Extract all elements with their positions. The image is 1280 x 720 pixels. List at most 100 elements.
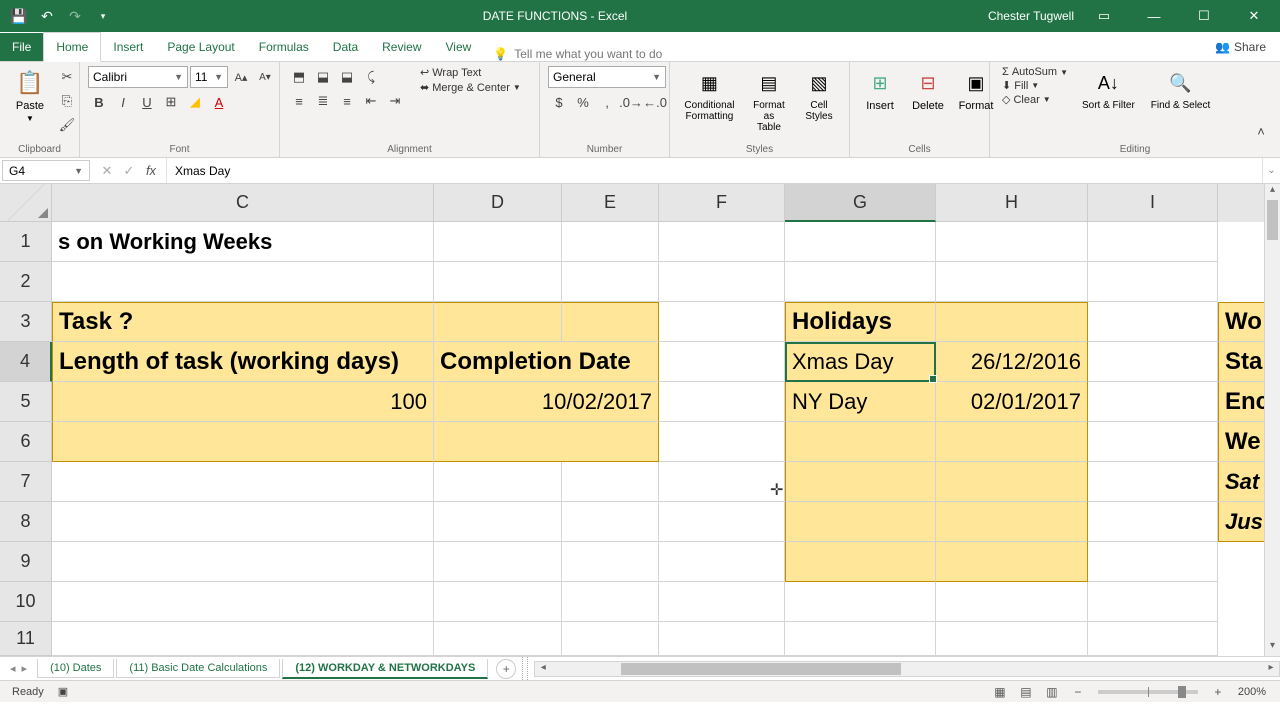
cell-e7[interactable] <box>562 462 659 502</box>
cut-icon[interactable]: ✂ <box>56 66 78 88</box>
row-header-5[interactable]: 5 <box>0 382 52 422</box>
col-header-d[interactable]: D <box>434 184 562 222</box>
cell-e8[interactable] <box>562 502 659 542</box>
hscroll-thumb[interactable] <box>621 663 901 675</box>
col-header-i[interactable]: I <box>1088 184 1218 222</box>
cell-h9[interactable] <box>936 542 1088 582</box>
paste-button[interactable]: 📋 Paste ▼ <box>8 66 52 125</box>
cell-h4[interactable]: 26/12/2016 <box>936 342 1088 382</box>
cell-h2[interactable] <box>936 262 1088 302</box>
cell-e9[interactable] <box>562 542 659 582</box>
tab-formulas[interactable]: Formulas <box>247 33 321 61</box>
border-icon[interactable]: ⊞ <box>160 91 182 113</box>
cell-f10[interactable] <box>659 582 785 622</box>
save-icon[interactable]: 💾 <box>8 5 30 27</box>
cell-i1[interactable] <box>1088 222 1218 262</box>
row-header-3[interactable]: 3 <box>0 302 52 342</box>
cell-f1[interactable] <box>659 222 785 262</box>
cell-i9[interactable] <box>1088 542 1218 582</box>
sheet-tab-workday[interactable]: (12) WORKDAY & NETWORKDAYS <box>282 659 488 679</box>
row-header-7[interactable]: 7 <box>0 462 52 502</box>
cell-c2[interactable] <box>52 262 434 302</box>
cell-c5[interactable]: 100 <box>52 382 434 422</box>
zoom-out-icon[interactable]: − <box>1066 683 1090 701</box>
font-color-icon[interactable]: A <box>208 91 230 113</box>
cell-c10[interactable] <box>52 582 434 622</box>
cell-d11[interactable] <box>434 622 562 656</box>
cell-d9[interactable] <box>434 542 562 582</box>
cell-d3[interactable] <box>434 302 562 342</box>
page-break-view-icon[interactable]: ▥ <box>1040 683 1064 701</box>
tab-review[interactable]: Review <box>370 33 433 61</box>
align-center-icon[interactable]: ≣ <box>312 90 334 112</box>
col-header-g[interactable]: G <box>785 184 936 222</box>
tab-scroll-separator[interactable] <box>522 657 528 680</box>
insert-function-icon[interactable]: fx <box>142 163 160 178</box>
cell-styles-button[interactable]: ▧Cell Styles <box>797 66 841 124</box>
cell-h7[interactable] <box>936 462 1088 502</box>
col-header-c[interactable]: C <box>52 184 434 222</box>
tab-file[interactable]: File <box>0 33 43 61</box>
cell-c9[interactable] <box>52 542 434 582</box>
cell-h10[interactable] <box>936 582 1088 622</box>
vertical-scrollbar[interactable]: ▴ ▾ <box>1264 184 1280 656</box>
select-all-button[interactable] <box>0 184 52 222</box>
tab-insert[interactable]: Insert <box>101 33 155 61</box>
zoom-level[interactable]: 200% <box>1232 686 1272 698</box>
cell-i8[interactable] <box>1088 502 1218 542</box>
tell-me-search[interactable]: 💡 Tell me what you want to do <box>483 47 672 61</box>
scroll-down-icon[interactable]: ▾ <box>1265 640 1280 656</box>
expand-formula-bar-icon[interactable]: ⌄ <box>1262 158 1280 183</box>
delete-cells-button[interactable]: ⊟Delete <box>906 66 950 114</box>
cell-c6[interactable] <box>52 422 434 462</box>
cell-i7[interactable] <box>1088 462 1218 502</box>
row-header-4[interactable]: 4 <box>0 342 52 382</box>
horizontal-scrollbar[interactable]: ◂ ▸ <box>534 661 1280 677</box>
row-header-2[interactable]: 2 <box>0 262 52 302</box>
cell-f2[interactable] <box>659 262 785 302</box>
cell-d8[interactable] <box>434 502 562 542</box>
cell-f6[interactable] <box>659 422 785 462</box>
cell-d2[interactable] <box>434 262 562 302</box>
cell-c1[interactable]: s on Working Weeks <box>52 222 434 262</box>
collapse-ribbon-icon[interactable]: ˄ <box>1250 120 1272 142</box>
cell-d7[interactable] <box>434 462 562 502</box>
cell-e1[interactable] <box>562 222 659 262</box>
add-sheet-button[interactable]: + <box>496 659 516 679</box>
fill-color-icon[interactable]: ◢ <box>184 91 206 113</box>
maximize-icon[interactable]: ☐ <box>1184 0 1224 32</box>
cell-c3[interactable]: Task ? <box>52 302 434 342</box>
sheet-nav-next-icon[interactable]: ▸ <box>22 662 28 675</box>
cell-h6[interactable] <box>936 422 1088 462</box>
merge-center-button[interactable]: ⬌Merge & Center▼ <box>416 81 525 94</box>
font-size-combo[interactable]: 11▼ <box>190 66 228 88</box>
find-select-button[interactable]: 🔍Find & Select <box>1145 66 1216 113</box>
close-icon[interactable]: ✕ <box>1234 0 1274 32</box>
tab-home[interactable]: Home <box>43 32 101 62</box>
cancel-formula-icon[interactable]: ✕ <box>98 163 116 179</box>
scroll-right-icon[interactable]: ▸ <box>1263 662 1279 676</box>
enter-formula-icon[interactable]: ✓ <box>120 163 138 179</box>
align-middle-icon[interactable]: ⬓ <box>312 66 334 88</box>
cell-g11[interactable] <box>785 622 936 656</box>
cell-e2[interactable] <box>562 262 659 302</box>
zoom-in-icon[interactable]: + <box>1206 683 1230 701</box>
cell-f9[interactable] <box>659 542 785 582</box>
autosum-button[interactable]: ΣAutoSum▼ <box>998 66 1072 78</box>
align-left-icon[interactable]: ≡ <box>288 90 310 112</box>
cell-g10[interactable] <box>785 582 936 622</box>
cell-g7[interactable] <box>785 462 936 502</box>
cell-f7[interactable] <box>659 462 785 502</box>
col-header-e[interactable]: E <box>562 184 659 222</box>
insert-cells-button[interactable]: ⊞Insert <box>858 66 902 114</box>
cell-g5[interactable]: NY Day <box>785 382 936 422</box>
align-bottom-icon[interactable]: ⬓ <box>336 66 358 88</box>
cell-g9[interactable] <box>785 542 936 582</box>
sheet-tab-dates[interactable]: (10) Dates <box>37 659 114 678</box>
cell-f8[interactable] <box>659 502 785 542</box>
scroll-left-icon[interactable]: ◂ <box>535 662 551 676</box>
col-header-f[interactable]: F <box>659 184 785 222</box>
cell-d4[interactable]: Completion Date <box>434 342 659 382</box>
cell-g3[interactable]: Holidays <box>785 302 936 342</box>
cell-i11[interactable] <box>1088 622 1218 656</box>
